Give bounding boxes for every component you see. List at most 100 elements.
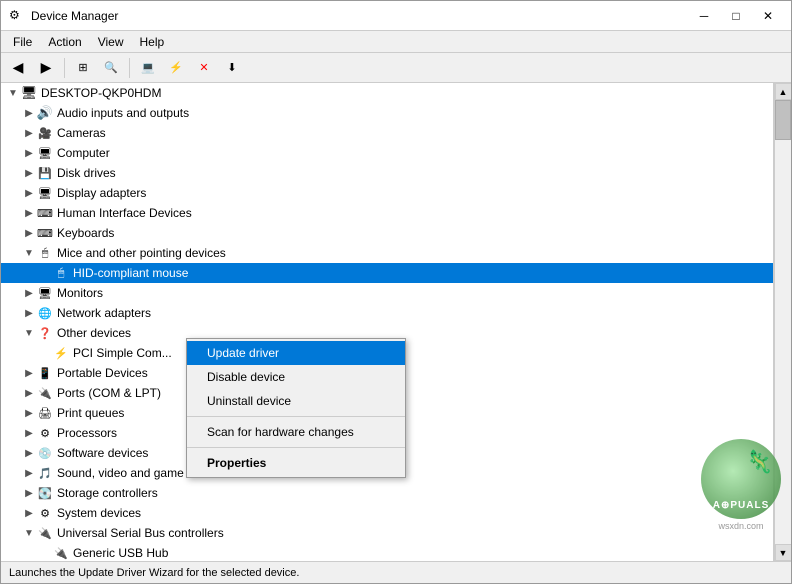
device-button[interactable]: 💻 [135, 56, 161, 80]
audio-label: Audio inputs and outputs [57, 106, 189, 120]
menu-view[interactable]: View [90, 33, 132, 51]
close-button[interactable]: ✕ [753, 6, 783, 26]
pci-label: PCI Simple Com... [73, 346, 172, 360]
maximize-button[interactable]: □ [721, 6, 751, 26]
tree-item-cameras[interactable]: ▶ 🎥 Cameras [1, 123, 773, 143]
hid-label: Human Interface Devices [57, 206, 192, 220]
tree-item-display[interactable]: ▶ 🖥 Display adapters [1, 183, 773, 203]
tree-item-mice[interactable]: ▼ 🖱 Mice and other pointing devices [1, 243, 773, 263]
network-expand-icon: ▶ [21, 305, 37, 321]
title-controls: ─ □ ✕ [689, 6, 783, 26]
menu-file[interactable]: File [5, 33, 40, 51]
display-icon: 🖥 [37, 185, 53, 201]
hid-icon: ⌨ [37, 205, 53, 221]
root-expand-icon: ▼ [5, 85, 21, 101]
tree-root[interactable]: ▼ 🖥 DESKTOP-QKP0HDM [1, 83, 773, 103]
tree-item-usb-hub1[interactable]: 🔌 Generic USB Hub [1, 543, 773, 561]
tree-item-network[interactable]: ▶ 🌐 Network adapters [1, 303, 773, 323]
disk-icon: 💾 [37, 165, 53, 181]
mice-expand-icon: ▼ [21, 245, 37, 261]
toolbar-separator-2 [129, 58, 130, 78]
update-driver-button[interactable]: 🔍 [98, 56, 124, 80]
processors-icon: ⚙ [37, 425, 53, 441]
portable-label: Portable Devices [57, 366, 148, 380]
back-button[interactable]: ◀ [5, 56, 31, 80]
ports-expand-icon: ▶ [21, 385, 37, 401]
ctx-separator-2 [187, 447, 405, 448]
scroll-up-button[interactable]: ▲ [775, 83, 792, 100]
ctx-scan-hardware[interactable]: Scan for hardware changes [187, 420, 405, 444]
usb-icon: 🔌 [37, 525, 53, 541]
software-icon: 💿 [37, 445, 53, 461]
scroll-down-button[interactable]: ▼ [775, 544, 792, 561]
scroll-thumb[interactable] [775, 100, 791, 140]
tree-item-computer[interactable]: ▶ 🖥 Computer [1, 143, 773, 163]
ctx-update-driver[interactable]: Update driver [187, 341, 405, 365]
ctx-uninstall-device[interactable]: Uninstall device [187, 389, 405, 413]
processors-label: Processors [57, 426, 117, 440]
software-expand-icon: ▶ [21, 445, 37, 461]
root-icon: 🖥 [21, 85, 37, 101]
storage-label: Storage controllers [57, 486, 158, 500]
print-icon: 🖨 [37, 405, 53, 421]
hid-mouse-icon: 🖱 [53, 265, 69, 281]
tree-item-storage[interactable]: ▶ 💽 Storage controllers [1, 483, 773, 503]
status-bar: Launches the Update Driver Wizard for th… [1, 561, 791, 583]
minimize-button[interactable]: ─ [689, 6, 719, 26]
properties-button[interactable]: ⊞ [70, 56, 96, 80]
toolbar: ◀ ▶ ⊞ 🔍 💻 ⚡ ✕ ⬇ [1, 53, 791, 83]
scroll-track[interactable] [775, 100, 791, 544]
network-icon: 🌐 [37, 305, 53, 321]
print-label: Print queues [57, 406, 124, 420]
action-button[interactable]: ⚡ [163, 56, 189, 80]
system-label: System devices [57, 506, 141, 520]
device-tree[interactable]: ▼ 🖥 DESKTOP-QKP0HDM ▶ 🔊 Audio inputs and… [1, 83, 774, 561]
forward-button[interactable]: ▶ [33, 56, 59, 80]
scan-button[interactable]: ⬇ [219, 56, 245, 80]
ports-icon: 🔌 [37, 385, 53, 401]
tree-item-hid-mouse[interactable]: 🖱 HID-compliant mouse [1, 263, 773, 283]
menu-help[interactable]: Help [132, 33, 173, 51]
monitors-icon: 🖥 [37, 285, 53, 301]
ctx-disable-device[interactable]: Disable device [187, 365, 405, 389]
mice-label: Mice and other pointing devices [57, 246, 226, 260]
print-expand-icon: ▶ [21, 405, 37, 421]
usb-hub1-label: Generic USB Hub [73, 546, 168, 560]
remove-button[interactable]: ✕ [191, 56, 217, 80]
hid-mouse-expand-icon [37, 265, 53, 281]
toolbar-separator-1 [64, 58, 65, 78]
device-manager-window: ⚙ Device Manager ─ □ ✕ File Action View … [0, 0, 792, 584]
ctx-separator-1 [187, 416, 405, 417]
mice-icon: 🖱 [37, 245, 53, 261]
tree-item-hid[interactable]: ▶ ⌨ Human Interface Devices [1, 203, 773, 223]
tree-item-disk[interactable]: ▶ 💾 Disk drives [1, 163, 773, 183]
content-area: ▼ 🖥 DESKTOP-QKP0HDM ▶ 🔊 Audio inputs and… [1, 83, 791, 561]
vertical-scrollbar[interactable]: ▲ ▼ [774, 83, 791, 561]
tree-item-audio[interactable]: ▶ 🔊 Audio inputs and outputs [1, 103, 773, 123]
other-label: Other devices [57, 326, 131, 340]
computer-icon: 🖥 [37, 145, 53, 161]
system-icon: ⚙ [37, 505, 53, 521]
tree-item-monitors[interactable]: ▶ 🖥 Monitors [1, 283, 773, 303]
monitors-expand-icon: ▶ [21, 285, 37, 301]
hid-mouse-label: HID-compliant mouse [73, 266, 188, 280]
cameras-expand-icon: ▶ [21, 125, 37, 141]
audio-expand-icon: ▶ [21, 105, 37, 121]
tree-item-system[interactable]: ▶ ⚙ System devices [1, 503, 773, 523]
software-label: Software devices [57, 446, 148, 460]
portable-expand-icon: ▶ [21, 365, 37, 381]
display-label: Display adapters [57, 186, 146, 200]
other-icon: ❓ [37, 325, 53, 341]
keyboards-expand-icon: ▶ [21, 225, 37, 241]
computer-label: Computer [57, 146, 110, 160]
disk-expand-icon: ▶ [21, 165, 37, 181]
tree-item-usb[interactable]: ▼ 🔌 Universal Serial Bus controllers [1, 523, 773, 543]
root-label: DESKTOP-QKP0HDM [41, 86, 161, 100]
pci-expand-icon [37, 345, 53, 361]
tree-item-keyboards[interactable]: ▶ ⌨ Keyboards [1, 223, 773, 243]
status-text: Launches the Update Driver Wizard for th… [9, 567, 299, 579]
processors-expand-icon: ▶ [21, 425, 37, 441]
ctx-properties[interactable]: Properties [187, 451, 405, 475]
sound-icon: 🎵 [37, 465, 53, 481]
menu-action[interactable]: Action [40, 33, 89, 51]
